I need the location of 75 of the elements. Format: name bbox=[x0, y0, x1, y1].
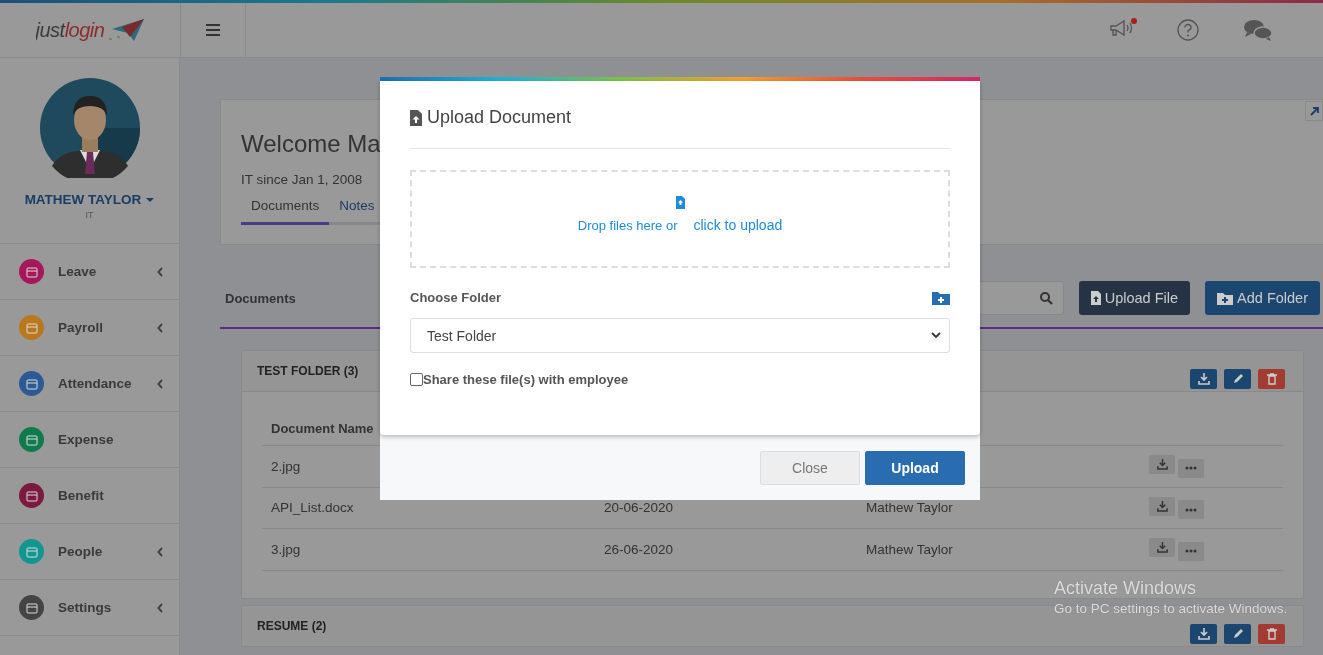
dialog-title: Upload Document bbox=[427, 107, 572, 128]
sidebar-item[interactable]: Settings bbox=[0, 580, 179, 636]
field-label: Choose Folder bbox=[410, 290, 501, 305]
file-upload-icon bbox=[1090, 291, 1101, 305]
sidebar-item[interactable]: Leave bbox=[0, 244, 179, 300]
toolbar-button[interactable]: Add Folder bbox=[1205, 281, 1320, 315]
delete-button[interactable] bbox=[1258, 369, 1285, 389]
trash-icon bbox=[1265, 627, 1278, 640]
chat-icon[interactable] bbox=[1243, 18, 1273, 42]
sidebar-item[interactable]: People bbox=[0, 524, 179, 580]
tab[interactable]: Documents bbox=[241, 198, 330, 225]
checkbox-label: Share these file(s) with employee bbox=[423, 372, 629, 387]
upload-button[interactable]: Upload bbox=[865, 451, 965, 485]
download-button[interactable] bbox=[1149, 538, 1175, 557]
file-upload-icon bbox=[675, 196, 685, 209]
drop-zone[interactable]: Drop files here or click to upload bbox=[410, 170, 950, 268]
megaphone-icon[interactable] bbox=[1109, 19, 1133, 37]
table-cell: 2.jpg bbox=[271, 458, 301, 474]
expand-icon[interactable] bbox=[1309, 106, 1319, 116]
chevron-down-icon bbox=[931, 332, 941, 339]
table-cell: Mathew Taylor bbox=[866, 541, 953, 557]
pencil-icon bbox=[1231, 373, 1244, 385]
more-button[interactable] bbox=[1178, 541, 1204, 561]
paper-plane-icon bbox=[108, 19, 145, 41]
sidebar-item[interactable]: Attendance bbox=[0, 356, 179, 412]
file-upload-icon bbox=[410, 109, 422, 126]
folder-plus-icon[interactable] bbox=[932, 290, 950, 305]
column-header: Document Name bbox=[271, 421, 374, 436]
download-icon bbox=[1156, 500, 1168, 512]
drop-hint: Drop files here or bbox=[577, 218, 678, 233]
welcome-heading: Welcome Ma bbox=[241, 130, 382, 158]
table-cell: API_List.docx bbox=[271, 500, 354, 516]
delete-button[interactable] bbox=[1258, 623, 1285, 644]
download-button[interactable] bbox=[1190, 369, 1217, 389]
user-name-menu[interactable]: MATHEW TAYLOR bbox=[24, 192, 155, 207]
download-button[interactable] bbox=[1149, 496, 1175, 516]
activation-notice-title: Activate Windows bbox=[1054, 578, 1198, 599]
table-cell: 3.jpg bbox=[271, 541, 301, 557]
activation-notice-text: Go to PC settings to activate Windows. bbox=[1054, 601, 1288, 616]
sidebar-item[interactable]: Expense bbox=[0, 412, 179, 468]
pencil-icon bbox=[1231, 627, 1244, 640]
folder-select[interactable]: Test Folder bbox=[410, 318, 950, 353]
upload-link[interactable]: click to upload bbox=[693, 217, 783, 233]
download-icon bbox=[1156, 542, 1168, 553]
user-department: IT bbox=[85, 210, 94, 220]
folder-title: TEST FOLDER (3) bbox=[257, 364, 360, 378]
download-icon bbox=[1197, 627, 1210, 640]
table-cell: Mathew Taylor bbox=[866, 500, 953, 516]
download-button[interactable] bbox=[1149, 455, 1175, 474]
close-button[interactable]: Close bbox=[760, 451, 860, 485]
download-button[interactable] bbox=[1190, 623, 1217, 644]
caret-icon bbox=[146, 197, 155, 202]
edit-button[interactable] bbox=[1224, 623, 1251, 644]
folder-plus-icon bbox=[1217, 291, 1234, 305]
toolbar-button[interactable]: Upload File bbox=[1078, 281, 1191, 315]
search-icon bbox=[1039, 291, 1053, 305]
department-since-text: IT since Jan 1, 2008 bbox=[241, 172, 364, 187]
trash-icon bbox=[1265, 373, 1278, 385]
download-icon bbox=[1197, 373, 1210, 385]
more-icon bbox=[1185, 507, 1197, 512]
more-button[interactable] bbox=[1178, 458, 1204, 478]
folder-title: RESUME (2) bbox=[257, 618, 328, 633]
menu-icon[interactable] bbox=[206, 24, 220, 36]
edit-button[interactable] bbox=[1224, 369, 1251, 389]
checkbox[interactable] bbox=[410, 373, 423, 386]
table-cell: 26-06-2020 bbox=[604, 541, 674, 557]
table-cell: 20-06-2020 bbox=[604, 500, 674, 516]
more-button[interactable] bbox=[1178, 500, 1204, 519]
sidebar-item[interactable]: Benefit bbox=[0, 468, 179, 524]
help-icon[interactable] bbox=[1177, 19, 1199, 41]
more-icon bbox=[1185, 466, 1197, 470]
download-icon bbox=[1156, 459, 1168, 470]
more-icon bbox=[1185, 549, 1197, 553]
section-title: Documents bbox=[225, 290, 296, 306]
sidebar-item[interactable]: Payroll bbox=[0, 300, 179, 356]
